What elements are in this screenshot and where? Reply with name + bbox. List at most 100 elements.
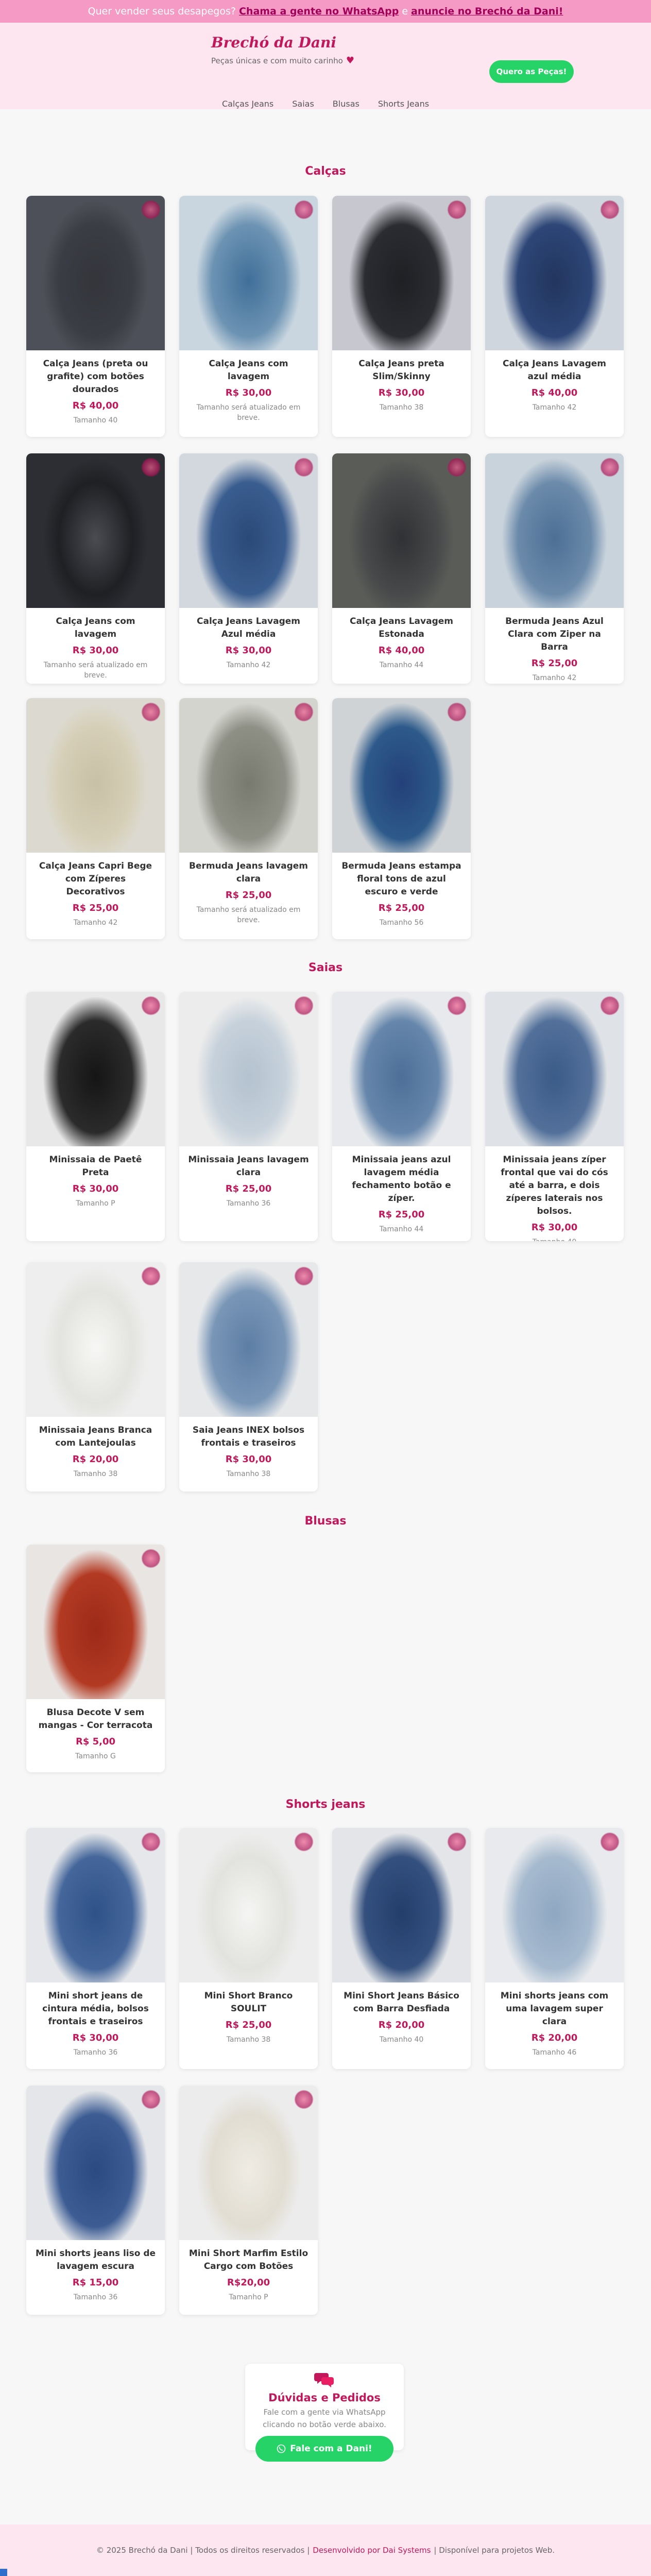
product-card[interactable]: Saia Jeans INEX bolsos frontais e trasei… bbox=[179, 1262, 318, 1492]
product-image[interactable] bbox=[26, 1262, 165, 1417]
product-size: Tamanho será atualizado em breve. bbox=[43, 661, 148, 680]
product-image[interactable] bbox=[485, 453, 624, 608]
product-info: Mini Short Branco SOULIT R$ 25,00 Tamanho … bbox=[179, 1982, 318, 2053]
product-image[interactable] bbox=[26, 1828, 165, 1982]
product-card[interactable]: Minissaia jeans azul lavagem média fecha… bbox=[332, 992, 471, 1241]
product-image[interactable] bbox=[26, 453, 165, 608]
product-image[interactable] bbox=[332, 196, 471, 350]
product-image[interactable] bbox=[332, 1828, 471, 1982]
speech-bubbles-icon bbox=[245, 2371, 404, 2389]
accessibility-icon[interactable] bbox=[0, 2569, 7, 2576]
heart-icon: ♥ bbox=[346, 55, 354, 66]
product-image[interactable] bbox=[26, 1545, 165, 1699]
product-price: R$ 20,00 bbox=[72, 1454, 119, 1465]
product-card[interactable]: Calça Jeans (preta ou grafite) com botõe… bbox=[26, 196, 165, 437]
product-size: Tamanho G bbox=[75, 1752, 116, 1760]
product-card[interactable]: Minissaia Jeans Branca com Lantejoulas R$… bbox=[26, 1262, 165, 1492]
product-card[interactable]: Mini Short Jeans Básico com Barra Desfia… bbox=[332, 1828, 471, 2069]
product-price: R$ 15,00 bbox=[72, 2277, 119, 2288]
whatsapp-icon bbox=[277, 2444, 286, 2453]
product-size: Tamanho será atualizado em breve. bbox=[196, 906, 301, 924]
product-info: Calça Jeans Capri Bege com Zíperes Decor… bbox=[26, 853, 165, 936]
product-card[interactable]: Mini Short Marfim Estilo Cargo com Botõe… bbox=[179, 2086, 318, 2315]
product-image[interactable] bbox=[485, 1828, 624, 1982]
product-card[interactable]: Minissaia jeans zíper frontal que vai do… bbox=[485, 992, 624, 1241]
tagline: Peças únicas e com muito carinho ♥ bbox=[211, 55, 354, 66]
product-price: R$ 30,00 bbox=[378, 387, 425, 398]
brand-logo[interactable]: Brechó da Dani bbox=[211, 34, 354, 51]
product-price: R$ 40,00 bbox=[531, 387, 578, 398]
product-image[interactable] bbox=[485, 992, 624, 1146]
product-card[interactable]: Calça Jeans Lavagem azul média R$ 40,00 Ta… bbox=[485, 196, 624, 437]
product-title: Calça Jeans Lavagem Azul média bbox=[197, 616, 300, 639]
nav-calcas-jeans[interactable]: Calças Jeans bbox=[222, 99, 273, 109]
product-image[interactable] bbox=[179, 2086, 318, 2240]
product-price: R$ 30,00 bbox=[225, 645, 272, 656]
product-info: Mini short jeans de cintura média, bolso… bbox=[26, 1982, 165, 2066]
product-title: Minissaia Jeans Branca com Lantejoulas bbox=[39, 1425, 152, 1448]
product-size: Tamanho 36 bbox=[73, 2293, 118, 2301]
product-image[interactable] bbox=[26, 2086, 165, 2240]
product-image[interactable] bbox=[332, 698, 471, 853]
product-image[interactable] bbox=[179, 196, 318, 350]
top-banner: Quer vender seus desapegos? Chama a gent… bbox=[0, 0, 651, 23]
product-card[interactable]: Minissaia de Paetê Preta R$ 30,00 Tamanho … bbox=[26, 992, 165, 1241]
product-info: Mini shorts jeans liso de lavagem escura… bbox=[26, 2240, 165, 2311]
product-card[interactable]: Calça Jeans com lavagem R$ 30,00 Tamanho s… bbox=[26, 453, 165, 684]
product-size: Tamanho 46 bbox=[532, 2048, 577, 2057]
banner-announce-link[interactable]: anuncie no Brechó da Dani! bbox=[411, 6, 563, 17]
product-card[interactable]: Calça Jeans com lavagem R$ 30,00 Tamanho s… bbox=[179, 196, 318, 437]
product-card[interactable]: Calça Jeans Lavagem Azul média R$ 30,00 Ta… bbox=[179, 453, 318, 684]
product-card[interactable]: Bermuda Jeans lavagem clara R$ 25,00 Taman… bbox=[179, 698, 318, 939]
product-image[interactable] bbox=[332, 453, 471, 608]
want-pieces-button[interactable]: Quero as Peças! bbox=[489, 60, 574, 83]
product-image[interactable] bbox=[179, 992, 318, 1146]
product-card[interactable]: Calça Jeans Capri Bege com Zíperes Decor… bbox=[26, 698, 165, 939]
product-card[interactable]: Calça Jeans Lavagem Estonada R$ 40,00 Tama… bbox=[332, 453, 471, 684]
product-info: Minissaia jeans azul lavagem média fecha… bbox=[332, 1146, 471, 1241]
product-image[interactable] bbox=[26, 698, 165, 853]
banner-whatsapp-link[interactable]: Chama a gente no WhatsApp bbox=[239, 6, 399, 17]
product-size: Tamanho 38 bbox=[73, 1470, 118, 1478]
nav-saias[interactable]: Saias bbox=[292, 99, 314, 109]
nav-blusas[interactable]: Blusas bbox=[333, 99, 359, 109]
product-card[interactable]: Mini short jeans de cintura média, bolso… bbox=[26, 1828, 165, 2069]
product-info: Minissaia Jeans Branca com Lantejoulas R$… bbox=[26, 1417, 165, 1487]
product-card[interactable]: Bermuda Jeans Azul Clara com Ziper na Ba… bbox=[485, 453, 624, 684]
product-image[interactable] bbox=[485, 196, 624, 350]
product-title: Mini Short Branco SOULIT bbox=[204, 1991, 293, 2014]
product-price: R$ 30,00 bbox=[72, 2032, 119, 2043]
product-image[interactable] bbox=[26, 992, 165, 1146]
product-info: Calça Jeans preta Slim/Skinny R$ 30,00 Tam… bbox=[332, 350, 471, 421]
footer-text: © 2025 Brechó da Dani | Todos os direito… bbox=[96, 2546, 310, 2555]
product-info: Mini shorts jeans com uma lavagem super … bbox=[485, 1982, 624, 2066]
product-title: Saia Jeans INEX bolsos frontais e trasei… bbox=[192, 1425, 305, 1448]
product-info: Calça Jeans (preta ou grafite) com botõe… bbox=[26, 350, 165, 434]
product-image[interactable] bbox=[179, 453, 318, 608]
product-info: Mini Short Jeans Básico com Barra Desfia… bbox=[332, 1982, 471, 2053]
nav-shorts-jeans[interactable]: Shorts Jeans bbox=[378, 99, 429, 109]
product-title: Mini short jeans de cintura média, bolso… bbox=[42, 1991, 149, 2027]
product-title: Minissaia jeans azul lavagem média fecha… bbox=[352, 1155, 451, 1204]
product-size: Tamanho 40 bbox=[73, 416, 118, 425]
whatsapp-contact-button[interactable]: Fale com a Dani! bbox=[255, 2436, 393, 2462]
product-size: Tamanho 38 bbox=[226, 2036, 271, 2044]
product-image[interactable] bbox=[179, 698, 318, 853]
product-card[interactable]: Bermuda Jeans estampa floral tons de azu… bbox=[332, 698, 471, 939]
product-card[interactable]: Mini Short Branco SOULIT R$ 25,00 Tamanho … bbox=[179, 1828, 318, 2069]
product-image[interactable] bbox=[179, 1828, 318, 1982]
product-card[interactable]: Minissaia Jeans lavagem clara R$ 25,00 Tam… bbox=[179, 992, 318, 1241]
whatsapp-contact-label: Fale com a Dani! bbox=[290, 2444, 372, 2454]
product-image[interactable] bbox=[26, 196, 165, 350]
product-info: Blusa Decote V sem mangas - Cor terracot… bbox=[26, 1699, 165, 1770]
product-price: R$ 5,00 bbox=[75, 1736, 116, 1747]
product-price: R$ 30,00 bbox=[72, 1183, 119, 1194]
product-image[interactable] bbox=[179, 1262, 318, 1417]
product-image[interactable] bbox=[332, 992, 471, 1146]
product-title: Minissaia jeans zíper frontal que vai do… bbox=[501, 1155, 608, 1216]
product-card[interactable]: Calça Jeans preta Slim/Skinny R$ 30,00 Tam… bbox=[332, 196, 471, 437]
footer-developer-link[interactable]: Desenvolvido por Dai Systems bbox=[313, 2546, 431, 2555]
product-card[interactable]: Mini shorts jeans liso de lavagem escura… bbox=[26, 2086, 165, 2315]
product-card[interactable]: Mini shorts jeans com uma lavagem super … bbox=[485, 1828, 624, 2069]
product-card[interactable]: Blusa Decote V sem mangas - Cor terracot… bbox=[26, 1545, 165, 1772]
